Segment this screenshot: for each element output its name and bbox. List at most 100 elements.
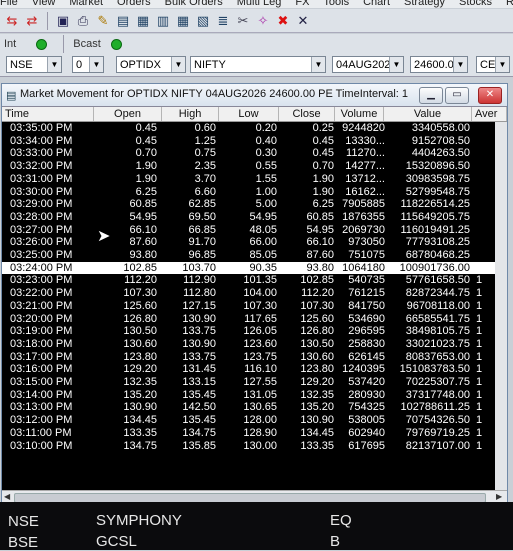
open-icon[interactable]: ✎ bbox=[95, 13, 111, 29]
table-cell: 3340558.00 bbox=[411, 122, 470, 134]
table-row[interactable]: 03:21:00 PM 125.60 127.15 107.30 107.30 84175… bbox=[2, 300, 507, 313]
column-header[interactable]: High bbox=[162, 107, 219, 121]
menu-item[interactable]: Bulk Orders bbox=[165, 0, 223, 8]
magic-icon[interactable]: ✧ bbox=[255, 13, 271, 29]
table-row[interactable]: 03:18:00 PM 130.60 130.90 123.60 130.50 25883… bbox=[2, 338, 507, 351]
table-cell: 79769719.25 bbox=[405, 426, 470, 439]
chart-icon[interactable]: ▧ bbox=[195, 13, 211, 29]
calendar-icon[interactable]: ▦ bbox=[135, 13, 151, 29]
scroll-right-icon[interactable]: ▶ bbox=[496, 492, 502, 501]
menu-item[interactable]: Rms bbox=[506, 0, 513, 8]
table-row[interactable]: 03:12:00 PM 134.45 135.45 128.00 130.90 53800… bbox=[2, 414, 507, 427]
table-cell: 1.00 bbox=[255, 185, 277, 198]
vertical-scrollbar[interactable] bbox=[495, 122, 507, 490]
table-row[interactable]: 03:10:00 PM 134.75 135.85 130.00 133.35 61769… bbox=[2, 440, 507, 453]
table-cell: 116019491.25 bbox=[400, 223, 470, 236]
table-cell: 130.90 bbox=[182, 337, 216, 350]
menu-item[interactable]: View bbox=[32, 0, 56, 8]
minimize-button[interactable]: ▁ bbox=[419, 87, 443, 104]
buy-sell-icon[interactable]: ⇆ bbox=[4, 13, 20, 29]
table-row[interactable]: 03:24:00 PM 102.85 103.70 90.35 93.80 1064180… bbox=[2, 261, 507, 275]
table-row[interactable]: 03:32:00 PM 1.90 2.35 0.55 0.70 14277... 15320… bbox=[2, 160, 507, 173]
table-row[interactable]: 03:33:00 PM 0.70 0.75 0.30 0.45 11270... 44042… bbox=[2, 147, 507, 160]
save-icon[interactable]: ▣ bbox=[55, 13, 71, 29]
segment-select[interactable]: 0 ▼ bbox=[72, 56, 104, 73]
cut-icon[interactable]: ✂ bbox=[235, 13, 251, 29]
print-icon[interactable]: ⎙ bbox=[75, 13, 91, 29]
menu-item[interactable]: File bbox=[0, 0, 18, 8]
symbol-select[interactable]: NIFTY ▼ bbox=[190, 56, 326, 73]
table-cell: 1064180 bbox=[342, 261, 385, 274]
table-cell: 761215 bbox=[348, 287, 385, 300]
menu-item[interactable]: Stocks bbox=[459, 0, 492, 8]
option-type-select[interactable]: CE ▼ bbox=[476, 56, 510, 73]
column-header[interactable]: Time bbox=[2, 107, 94, 121]
table-row[interactable]: 03:29:00 PM 60.85 62.85 5.00 6.25 7905885 1182… bbox=[2, 198, 507, 211]
table-cell: 16162... bbox=[345, 185, 385, 198]
table-row[interactable]: 03:30:00 PM 6.25 6.60 1.00 1.90 16162... 52799… bbox=[2, 186, 507, 199]
window-titlebar[interactable]: ▤ Market Movement for OPTIDX NIFTY 04AUG… bbox=[2, 84, 507, 107]
menu-item[interactable]: Strategy bbox=[404, 0, 445, 8]
menu-item[interactable]: Market bbox=[69, 0, 103, 8]
table-cell: 03:29:00 PM bbox=[10, 198, 73, 211]
table-row[interactable]: 03:25:00 PM 93.80 96.85 85.05 87.60 751075 687… bbox=[2, 249, 507, 262]
column-header[interactable]: Aver bbox=[472, 107, 507, 121]
table-row[interactable]: 03:19:00 PM 130.50 133.75 126.05 126.80 29659… bbox=[2, 325, 507, 338]
expiry-select[interactable]: 04AUG2026 ▼ bbox=[332, 56, 404, 73]
table-cell: 142.50 bbox=[182, 401, 216, 414]
scroll-left-icon[interactable]: ◀ bbox=[4, 492, 10, 501]
table-row[interactable]: 03:35:00 PM 0.45 0.60 0.20 0.25 9244820 334055… bbox=[2, 122, 507, 135]
table-row[interactable]: 03:17:00 PM 123.80 133.75 123.75 130.60 62614… bbox=[2, 351, 507, 364]
close-button[interactable]: ✕ bbox=[478, 87, 502, 104]
table-cell: 69.50 bbox=[188, 210, 216, 223]
report-icon[interactable]: ▤ bbox=[115, 13, 131, 29]
table-cell bbox=[476, 173, 496, 186]
table-cell: 130.60 bbox=[123, 337, 157, 350]
table-cell: 133.75 bbox=[182, 325, 216, 338]
menu-item[interactable]: Chart bbox=[363, 0, 390, 8]
table-row[interactable]: 03:23:00 PM 112.20 112.90 101.35 102.85 54073… bbox=[2, 274, 507, 287]
menu-item[interactable]: Orders bbox=[117, 0, 151, 8]
table-row[interactable]: 03:15:00 PM 132.35 133.15 127.55 129.20 53742… bbox=[2, 376, 507, 389]
column-header[interactable]: Low bbox=[219, 107, 279, 121]
table-row[interactable]: 03:28:00 PM 54.95 69.50 54.95 60.85 1876355 11… bbox=[2, 211, 507, 224]
table-row[interactable]: 03:11:00 PM 133.35 134.75 128.90 134.45 60294… bbox=[2, 427, 507, 440]
column-header[interactable]: Volume bbox=[335, 107, 384, 121]
column-header[interactable]: Value bbox=[384, 107, 472, 121]
exchange-select[interactable]: NSE ▼ bbox=[6, 56, 62, 73]
int-label: Int bbox=[4, 38, 17, 50]
table-cell bbox=[476, 160, 496, 173]
table-cell bbox=[476, 186, 496, 199]
table-cell: 03:14:00 PM bbox=[10, 388, 73, 401]
table-row[interactable]: 03:27:00 PM 66.10 66.85 48.05 54.95 2069730 11… bbox=[2, 224, 507, 237]
table-cell: 1 bbox=[476, 388, 483, 401]
transfer-icon[interactable]: ⇄ bbox=[24, 13, 40, 29]
list-icon[interactable]: ≣ bbox=[215, 13, 231, 29]
menu-item[interactable]: FX bbox=[295, 0, 309, 8]
chevron-down-icon: ▼ bbox=[89, 57, 103, 72]
table-cell: 1 bbox=[476, 376, 483, 388]
close-all-icon[interactable]: ✕ bbox=[295, 13, 311, 29]
maximize-button[interactable]: ▭ bbox=[445, 87, 469, 104]
menu-item[interactable]: Tools bbox=[323, 0, 349, 8]
grid-icon[interactable]: ▥ bbox=[155, 13, 171, 29]
table-row[interactable]: 03:16:00 PM 129.20 131.45 116.10 123.80 12403… bbox=[2, 363, 507, 376]
menu-item[interactable]: Multi Leg bbox=[237, 0, 282, 8]
table-row[interactable]: 03:13:00 PM 130.90 142.50 130.65 135.20 75432… bbox=[2, 401, 507, 414]
table-row[interactable]: 03:22:00 PM 107.30 112.80 104.00 112.20 76121… bbox=[2, 287, 507, 300]
table-cell: 134.75 bbox=[182, 426, 216, 439]
column-header[interactable]: Close bbox=[279, 107, 335, 121]
delete-icon[interactable]: ✖ bbox=[275, 13, 291, 29]
table-row[interactable]: 03:31:00 PM 1.90 3.70 1.55 1.90 13712... 30983… bbox=[2, 173, 507, 186]
instrument-select[interactable]: OPTIDX ▼ bbox=[116, 56, 186, 73]
table-row[interactable]: 03:34:00 PM 0.45 1.25 0.40 0.45 13330... 91527… bbox=[2, 135, 507, 148]
table-cell: 117.65 bbox=[244, 312, 277, 325]
table-cell: 48.05 bbox=[249, 223, 277, 236]
strike-select[interactable]: 24600.0 ▼ bbox=[410, 56, 468, 73]
table-row[interactable]: 03:20:00 PM 126.80 130.90 117.65 125.60 53469… bbox=[2, 313, 507, 326]
column-header[interactable]: Open bbox=[94, 107, 162, 121]
table-icon[interactable]: ▦ bbox=[175, 13, 191, 29]
table-row[interactable]: 03:14:00 PM 135.20 135.45 131.05 132.35 28093… bbox=[2, 389, 507, 402]
table-row[interactable]: 03:26:00 PM 87.60 91.70 66.00 66.10 973050 777… bbox=[2, 236, 507, 249]
table-cell: 112.80 bbox=[183, 287, 216, 300]
